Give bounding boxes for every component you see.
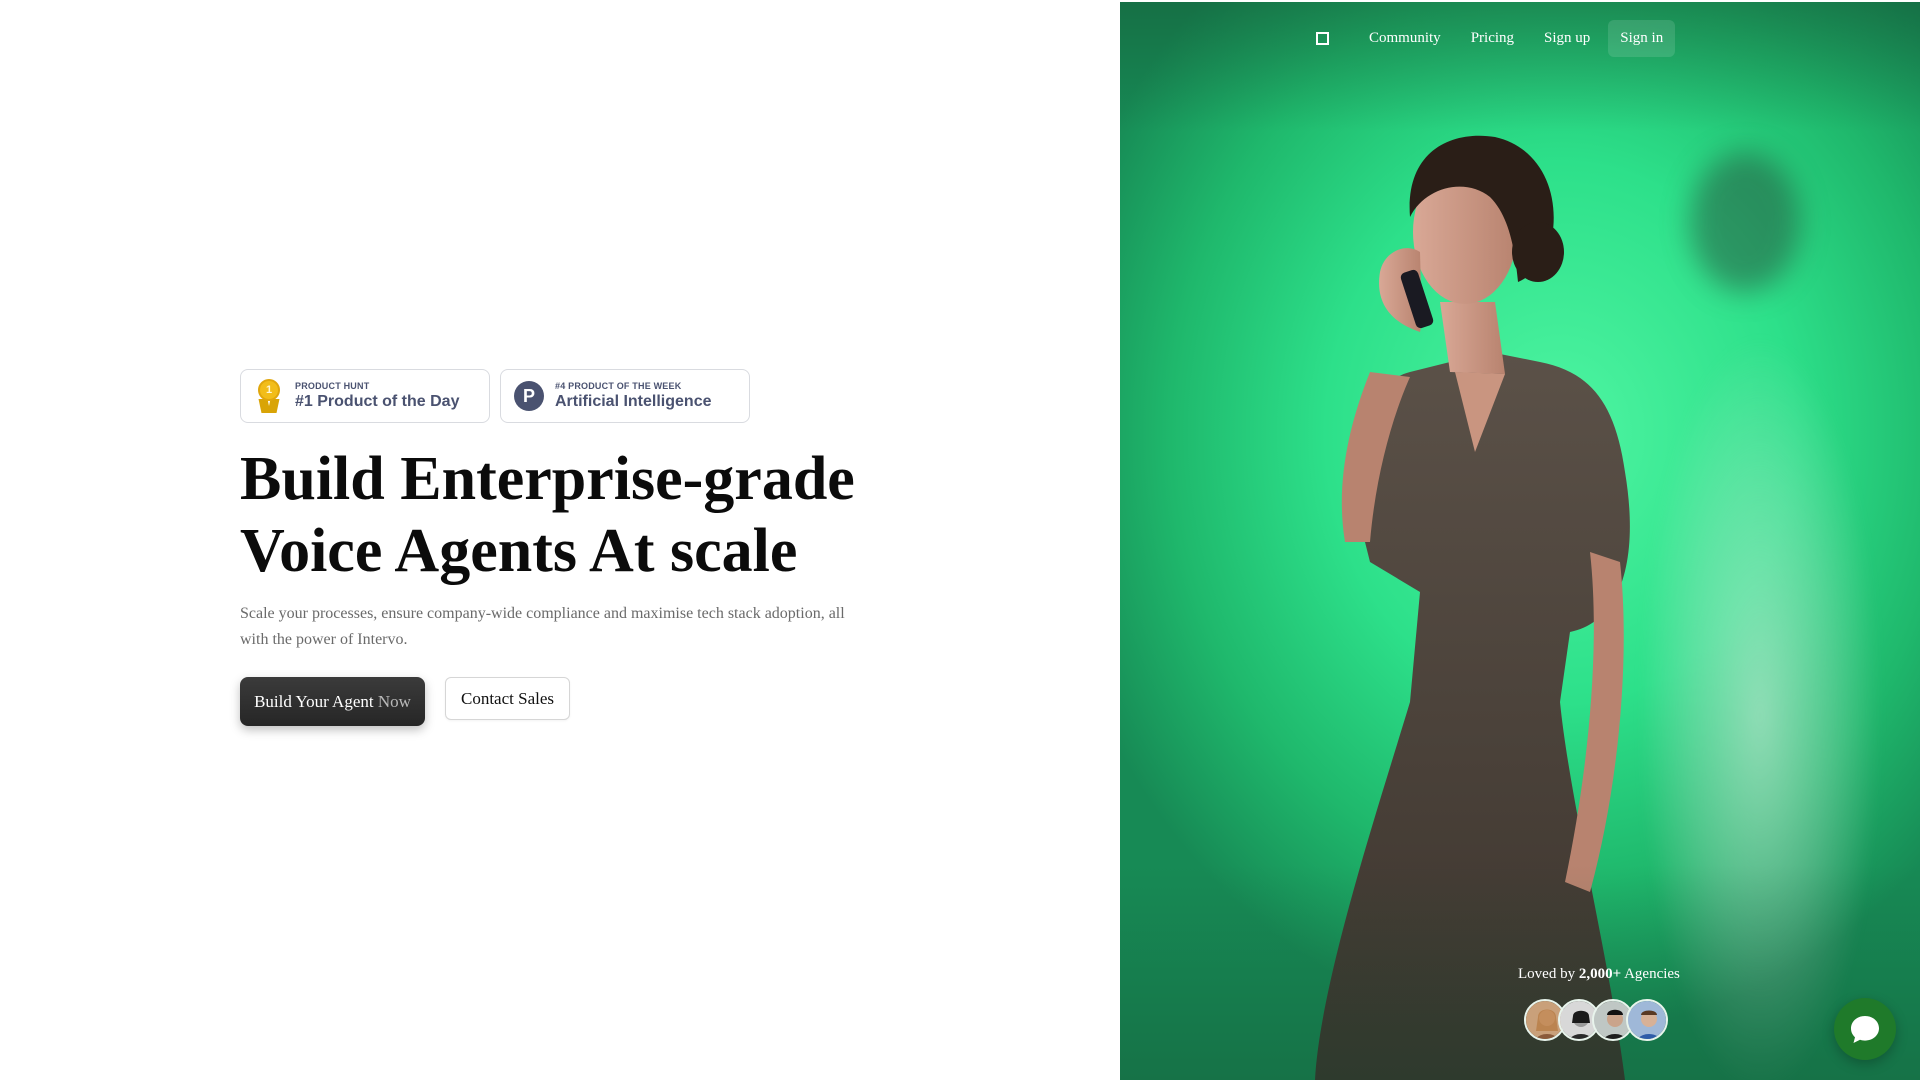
logo-square-icon[interactable] <box>1316 31 1329 45</box>
nav-sign-up[interactable]: Sign up <box>1532 20 1602 57</box>
nav-sign-in[interactable]: Sign in <box>1608 19 1676 57</box>
agency-avatars <box>1524 999 1668 1041</box>
headline-line-2: Voice Agents At scale <box>240 517 798 585</box>
build-agent-label: Build Your Agent <box>254 691 374 711</box>
badge-title: Artificial Intelligence <box>555 393 712 410</box>
hero-vignette <box>1120 2 1920 1080</box>
product-hunt-week-badge[interactable]: P #4 Product of the Week Artificial Inte… <box>500 369 750 423</box>
social-proof-prefix: Loved by <box>1518 966 1576 982</box>
social-proof-suffix: Agencies <box>1624 966 1680 982</box>
hero-headline: Build Enterprise-grade Voice Agents At s… <box>240 443 1000 587</box>
product-hunt-day-badge[interactable]: 1 Product Hunt #1 Product of the Day <box>240 369 490 423</box>
avatar <box>1626 999 1668 1041</box>
hero-subtext: Scale your processes, ensure company-wid… <box>240 605 845 648</box>
cta-row: Build Your Agent Now Contact Sales <box>240 677 570 726</box>
headline-line-1: Build Enterprise-grade <box>240 445 855 513</box>
top-nav: Community Pricing Sign up Sign in <box>1308 18 1681 58</box>
social-proof-count: 2,000+ <box>1578 966 1622 982</box>
medal-icon: 1 <box>253 379 285 413</box>
contact-sales-button[interactable]: Contact Sales <box>445 677 570 720</box>
nav-community[interactable]: Community <box>1357 20 1453 57</box>
award-badges: 1 Product Hunt #1 Product of the Day P #… <box>240 369 750 423</box>
nav-pricing[interactable]: Pricing <box>1459 20 1526 57</box>
chat-bubble-icon <box>1851 1016 1879 1043</box>
product-hunt-logo-icon: P <box>513 380 545 412</box>
left-panel: 1 Product Hunt #1 Product of the Day P #… <box>0 0 1120 1080</box>
badge-title: #1 Product of the Day <box>295 393 460 410</box>
build-agent-button[interactable]: Build Your Agent Now <box>240 677 425 726</box>
build-agent-label-dim: Now <box>377 691 411 711</box>
badge-small-label: Product Hunt <box>295 381 370 391</box>
chat-widget-button[interactable] <box>1834 998 1896 1060</box>
social-proof-text: Loved by 2,000+ Agencies <box>1518 966 1680 983</box>
product-hunt-letter: P <box>514 381 544 411</box>
medal-number: 1 <box>258 379 280 401</box>
hero-image: Community Pricing Sign up Sign in Loved … <box>1120 2 1920 1080</box>
badge-small-label: #4 Product of the Week <box>555 381 682 391</box>
